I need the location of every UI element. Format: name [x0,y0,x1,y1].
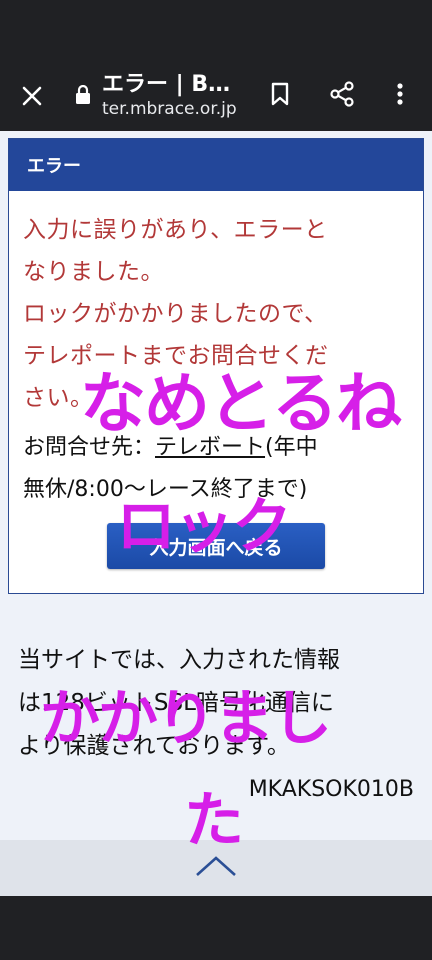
url-text[interactable]: ter.mbrace.or.jp [102,99,237,119]
panel-header: エラー [9,139,423,191]
status-bar [0,0,432,56]
lock-icon [74,84,92,106]
contact-hours-start: (年中 [265,435,318,460]
return-to-input-button[interactable]: 入力画面へ戻る [107,523,325,569]
bottom-toolbar [0,840,432,896]
close-icon[interactable] [14,78,50,114]
bookmark-icon[interactable] [262,76,298,112]
ssl-line: より保護されております。 [18,733,290,759]
menu-icon[interactable] [384,76,416,112]
share-icon[interactable] [324,76,360,112]
error-line: さい。 [23,385,94,411]
contact-hours: 無休/8:00～レース終了まで) [23,477,308,502]
teleboat-link[interactable]: テレボート [155,435,265,460]
error-line: テレポートまでお問合せくだ [23,343,329,369]
error-line: 入力に誤りがあり、エラーと [23,217,328,243]
error-panel: エラー 入力に誤りがあり、エラーと なりました。 ロックがかかりましたので、 テ… [8,138,424,594]
ssl-line: は128ビットSSL暗号化通信に [18,690,334,716]
ssl-line: 当サイトでは、入力された情報 [18,647,340,673]
ssl-notice: 当サイトでは、入力された情報 は128ビットSSL暗号化通信に より保護されてお… [18,639,418,768]
contact-prefix: お問合せ先： [23,435,156,460]
error-line: なりました。 [23,259,164,285]
page-code: MKAKSOK010B [248,777,414,802]
browser-toolbar: エラー | B… ter.mbrace.or.jp [0,56,432,131]
error-message: 入力に誤りがあり、エラーと なりました。 ロックがかかりましたので、 テレポート… [23,209,419,419]
page-title: エラー | B… [102,72,231,97]
page-content: エラー 入力に誤りがあり、エラーと なりました。 ロックがかかりましたので、 テ… [0,131,432,840]
error-line: ロックがかかりましたので、 [23,301,328,327]
navigation-bar [0,896,432,960]
contact-info: お問合せ先：テレボート(年中 無休/8:00～レース終了まで) [23,427,419,511]
chevron-up-icon[interactable] [194,854,238,882]
